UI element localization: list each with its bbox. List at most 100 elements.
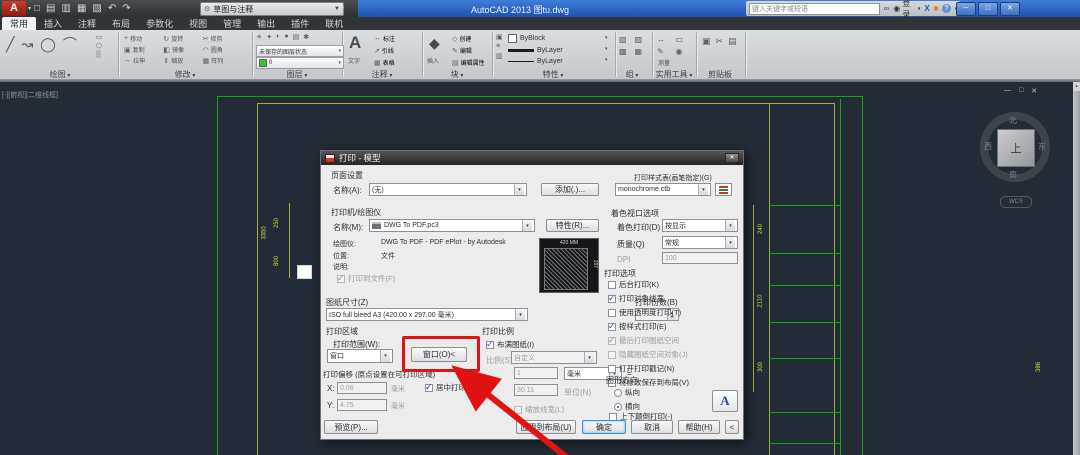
ribbon-tab[interactable]: 布局	[104, 17, 138, 30]
modify-tool[interactable]: ◠圆角	[203, 45, 238, 54]
layer-tool-icon[interactable]: ☀	[256, 33, 262, 41]
block-tool[interactable]: ▤编辑属性	[452, 58, 485, 67]
group-tool-icon[interactable]: ▨	[635, 35, 648, 44]
utility-tool-icon[interactable]: ✎	[657, 47, 673, 56]
scale-denominator-field[interactable]: 30.11	[514, 384, 558, 396]
text-tool-label[interactable]: 文字	[348, 56, 360, 65]
insert-block-icon[interactable]: ◆	[429, 35, 440, 52]
autocad-logo[interactable]: A	[2, 1, 26, 16]
dpi-field[interactable]: 100	[662, 252, 738, 264]
scale-dropdown[interactable]: 自定义▾	[511, 351, 597, 364]
linetype-dropdown[interactable]: ByLayer	[508, 58, 563, 65]
vertical-scrollbar[interactable]	[1073, 82, 1080, 455]
lineweight-dropdown[interactable]: ByLayer	[508, 47, 563, 54]
ribbon-tab[interactable]: 输出	[249, 17, 283, 30]
ribbon-tab[interactable]: 插件	[283, 17, 317, 30]
drawing-restore-icon[interactable]: □	[1019, 87, 1023, 95]
viewcube-north[interactable]: 北	[1009, 115, 1017, 126]
clipboard-tool-icon[interactable]: ▣	[702, 36, 711, 47]
panel-label-modify[interactable]: 修改	[175, 69, 196, 80]
ribbon-tab[interactable]: 插入	[36, 17, 70, 30]
draw-tool-icon[interactable]: ◯	[40, 36, 56, 53]
viewport-controls-label[interactable]: [-][俯视][二维线框]	[2, 90, 58, 100]
search-input[interactable]: 键入关键字或短语	[749, 3, 880, 15]
layer-dropdown[interactable]: 0▾	[256, 57, 344, 69]
plot-option-checkbox[interactable]: 最后打印图纸空间	[608, 335, 689, 346]
layer-tool-icon[interactable]: ✦	[266, 33, 272, 41]
layer-tool-icon[interactable]: ▤	[293, 33, 300, 41]
ribbon-tab[interactable]: 管理	[215, 17, 249, 30]
properties-expand-arrows[interactable]: ▾ ▾ ▾	[605, 35, 608, 63]
minimize-button[interactable]: ─	[956, 2, 976, 16]
ribbon-tab[interactable]: 注释	[70, 17, 104, 30]
clipboard-tool-icon[interactable]: ▤	[728, 36, 737, 47]
modify-tool[interactable]: ↔拉伸	[124, 56, 159, 65]
panel-label-draw[interactable]: 绘图	[50, 69, 71, 80]
qat-icon[interactable]: ▧	[92, 3, 101, 14]
plot-dialog-titlebar[interactable]: 打印 - 模型 ✕	[321, 151, 743, 165]
offset-y-field[interactable]: 4.75	[337, 399, 387, 411]
ribbon-tab[interactable]: 参数化	[138, 17, 181, 30]
modify-tool[interactable]: +移动	[124, 34, 159, 43]
center-plot-checkbox[interactable]: 居中打印(C)	[425, 382, 476, 393]
exchange-x-icon[interactable]: X	[924, 4, 929, 13]
text-tool-icon[interactable]: A	[349, 33, 361, 53]
utility-tool-icon[interactable]: ◉	[676, 47, 692, 56]
plot-option-checkbox[interactable]: 使用透明度打印(T)	[608, 307, 689, 318]
annotation-tool[interactable]: ↔标注	[374, 34, 395, 43]
plot-option-checkbox[interactable]: 按样式打印(E)	[608, 321, 689, 332]
fit-to-paper-checkbox[interactable]: 布满图纸(I)	[486, 339, 534, 350]
offset-x-field[interactable]: 0.06	[337, 382, 387, 394]
edit-plot-style-button[interactable]	[715, 183, 732, 196]
plot-option-checkbox[interactable]: 后台打印(K)	[608, 279, 689, 290]
draw-tool-icon[interactable]: ╱	[6, 36, 14, 53]
panel-label-properties[interactable]: 特性	[543, 69, 564, 80]
draw-side-icon[interactable]: ▒	[96, 51, 103, 58]
shade-plot-dropdown[interactable]: 按显示▾	[662, 219, 738, 232]
layer-tool-icon[interactable]: ◐	[276, 33, 280, 41]
layer-state-dropdown[interactable]: 未保存的图层状态▾	[256, 45, 344, 57]
draw-side-icon[interactable]: ▭	[96, 33, 103, 41]
grip-point[interactable]	[297, 265, 312, 279]
search-binoculars-icon[interactable]: ∞	[884, 4, 890, 13]
plot-option-checkbox[interactable]: 打开打印戳记(N)	[608, 363, 689, 374]
qat-icon[interactable]: ↷	[122, 3, 130, 14]
close-button[interactable]: ✕	[1000, 2, 1020, 16]
utility-tool-icon[interactable]: ▭	[676, 35, 692, 44]
collapse-dialog-button[interactable]: <	[725, 420, 739, 434]
panel-label-layers[interactable]: 图层	[287, 69, 308, 80]
viewcube-east[interactable]: 东	[1038, 141, 1046, 152]
panel-label-block[interactable]: 块	[451, 69, 464, 80]
help-button[interactable]: 帮助(H)	[678, 420, 720, 434]
modify-tool[interactable]: ▣复制	[124, 45, 159, 54]
layer-tool-icon[interactable]: ✱	[303, 33, 309, 41]
printer-dropdown[interactable]: DWG To PDF.pc3▾	[369, 219, 535, 232]
qat-icon[interactable]: □	[34, 3, 40, 14]
annotation-tool[interactable]: ↗引线	[374, 46, 395, 55]
help-icon[interactable]: ?	[942, 4, 950, 13]
viewcube-south[interactable]: 南	[1009, 169, 1017, 180]
panel-label-utilities[interactable]: 实用工具	[656, 69, 693, 80]
preview-button[interactable]: 预览(P)...	[324, 420, 378, 434]
draw-tool-icon[interactable]: ↝	[21, 36, 33, 53]
modify-tool[interactable]: ⇕缩放	[163, 56, 198, 65]
layer-tool-icon[interactable]: ●	[284, 33, 288, 41]
cancel-button[interactable]: 取消	[631, 420, 673, 434]
apply-to-layout-button[interactable]: 应用到布局(U)	[516, 420, 576, 434]
page-setup-dropdown[interactable]: (无)▾	[369, 183, 527, 196]
panel-label-clipboard[interactable]: 剪贴板	[708, 69, 732, 80]
plot-option-checkbox[interactable]: 打印对象线宽	[608, 293, 689, 304]
wcs-dropdown[interactable]: WCS	[1000, 196, 1032, 208]
annotation-tool[interactable]: ▦表格	[374, 58, 395, 67]
app-menu-caret-icon[interactable]: ▾	[28, 5, 31, 12]
viewcube-top-face[interactable]: 上	[997, 129, 1035, 167]
qat-icon[interactable]: ▥	[62, 3, 71, 14]
scrollbar-up-arrow[interactable]: ▴	[1073, 82, 1080, 91]
panel-label-groups[interactable]: 组	[626, 69, 639, 80]
panel-label-annotation[interactable]: 注释	[372, 69, 393, 80]
property-tool-icon[interactable]: ≡	[496, 43, 503, 50]
property-tool-icon[interactable]: ▣	[496, 33, 503, 41]
measure-label[interactable]: 测量	[658, 58, 670, 67]
plot-option-checkbox[interactable]: 隐藏图纸空间对象(J)	[608, 349, 689, 360]
paper-size-dropdown[interactable]: ISO full bleed A3 (420.00 x 297.00 毫米)▾	[326, 308, 528, 321]
